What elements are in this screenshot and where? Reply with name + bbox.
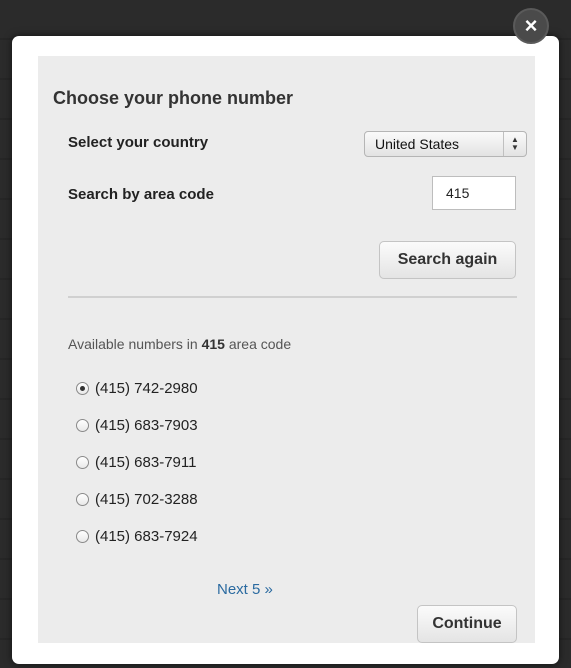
area-code-label: Search by area code: [68, 186, 214, 203]
dialog-title: Choose your phone number: [53, 88, 294, 108]
close-icon: ×: [524, 13, 538, 38]
phone-number-option[interactable]: (415) 742-2980: [76, 370, 198, 407]
available-suffix: area code: [224, 336, 292, 352]
close-button[interactable]: ×: [513, 8, 549, 44]
radio-icon[interactable]: [76, 493, 89, 506]
available-prefix: Available numbers in: [68, 336, 202, 352]
radio-icon[interactable]: [76, 530, 89, 543]
continue-button[interactable]: Continue: [417, 605, 517, 643]
search-again-button[interactable]: Search again: [379, 241, 516, 279]
phone-number-option[interactable]: (415) 683-7911: [76, 444, 198, 481]
phone-number-label: (415) 683-7924: [95, 528, 198, 545]
phone-number-label: (415) 683-7911: [95, 454, 197, 471]
phone-number-label: (415) 683-7903: [95, 417, 198, 434]
radio-icon[interactable]: [76, 419, 89, 432]
phone-number-label: (415) 742-2980: [95, 380, 198, 397]
country-label: Select your country: [68, 134, 209, 151]
radio-icon[interactable]: [76, 382, 89, 395]
phone-number-list: (415) 742-2980 (415) 683-7903 (415) 683-…: [76, 370, 198, 555]
up-down-arrows-icon: ▲ ▼: [503, 132, 526, 156]
phone-number-label: (415) 702-3288: [95, 491, 198, 508]
next-5-link[interactable]: Next 5 »: [217, 581, 273, 598]
section-divider: [68, 296, 517, 298]
available-area-code: 415: [201, 336, 225, 352]
available-numbers-heading: Available numbers in 415 area code: [68, 336, 291, 352]
dialog-panel: Choose your phone number Select your cou…: [38, 56, 535, 643]
country-select-value: United States: [375, 136, 460, 152]
country-select[interactable]: United States ▲ ▼: [364, 131, 527, 157]
radio-icon[interactable]: [76, 456, 89, 469]
phone-number-option[interactable]: (415) 683-7924: [76, 518, 198, 555]
phone-number-option[interactable]: (415) 683-7903: [76, 407, 198, 444]
area-code-input[interactable]: [432, 176, 516, 210]
phone-number-dialog: Choose your phone number Select your cou…: [12, 36, 559, 664]
phone-number-option[interactable]: (415) 702-3288: [76, 481, 198, 518]
